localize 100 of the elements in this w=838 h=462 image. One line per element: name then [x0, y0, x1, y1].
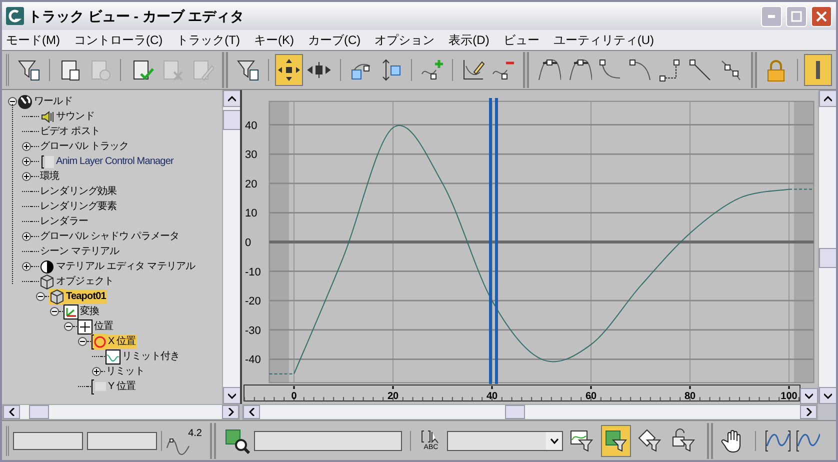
expand-toggle[interactable] [22, 172, 31, 181]
tree-item[interactable]: Anim Layer Control Manager [55, 154, 174, 168]
toolbar-grip[interactable] [523, 52, 530, 88]
arrow-down-icon [228, 392, 236, 398]
tree-item[interactable]: レンダリング効果 [39, 184, 118, 198]
arrow-down-icon [824, 392, 832, 398]
bracket-icon [39, 154, 55, 170]
tree-item[interactable]: リミット [105, 364, 146, 378]
scroll-thumb[interactable] [29, 405, 49, 419]
tree-item[interactable]: Y 位置 [107, 380, 137, 394]
tree-item[interactable]: ワールド [33, 94, 74, 108]
arrow-left-icon [248, 408, 254, 416]
dropdown[interactable] [447, 430, 563, 450]
sine-curve-icon [166, 436, 190, 456]
horizontal-scrollbar[interactable] [2, 404, 240, 420]
close-button[interactable] [811, 6, 832, 26]
toolbar-grip[interactable] [210, 422, 216, 458]
toolbar-grip[interactable] [707, 422, 713, 458]
expand-toggle[interactable] [22, 262, 31, 271]
axis-label: 40 [245, 120, 258, 132]
menu-item[interactable]: 表示(D) [448, 31, 490, 49]
axis-label: -40 [245, 354, 262, 366]
curve-filter-icon [569, 428, 595, 454]
cursor-icon [421, 430, 441, 444]
cube-filter-icon [603, 428, 629, 454]
input-field[interactable] [13, 432, 83, 450]
axis-label: -10 [245, 266, 262, 278]
tree-item[interactable]: ビデオ ポスト [39, 124, 101, 138]
menu-item[interactable]: コントローラ(C) [74, 31, 163, 49]
tree-item[interactable]: リミット付き [121, 350, 181, 364]
tree-item[interactable]: 変換 [79, 304, 100, 318]
expand-toggle[interactable] [22, 142, 31, 151]
filter-button[interactable] [601, 424, 631, 456]
time-slider[interactable] [489, 98, 498, 384]
cube-icon [49, 288, 65, 304]
menu-item[interactable]: トラック(T) [176, 31, 240, 49]
speaker-icon [39, 108, 55, 124]
sphere-icon [39, 258, 55, 274]
maximize-icon [791, 10, 802, 22]
curve-value-button[interactable]: 4.2 [166, 426, 202, 456]
expand-toggle[interactable] [22, 157, 31, 166]
keys-filter-icon [637, 428, 663, 454]
axes-icon [63, 304, 79, 320]
menu-item[interactable]: カーブ(C) [308, 31, 361, 49]
toolbar-grip[interactable] [222, 52, 228, 88]
tree-item[interactable]: グローバル トラック [39, 140, 130, 154]
expand-toggle[interactable] [22, 232, 31, 241]
toolbar-grip[interactable] [6, 426, 9, 456]
frame-curve-icon [764, 428, 792, 454]
menu-item[interactable]: ユーティリティ(U) [553, 31, 654, 49]
tree-item[interactable]: サウンド [55, 110, 96, 124]
tree-item[interactable]: Teapot01 [65, 290, 107, 304]
menu-item[interactable]: ビュー [503, 31, 540, 49]
tangent-icon [628, 58, 652, 82]
tree-item[interactable]: グローバル シャドウ パラメータ [39, 230, 180, 244]
app-icon [6, 7, 24, 25]
menu-item[interactable]: キー(K) [254, 31, 294, 49]
vertical-scrollbar[interactable] [222, 90, 240, 404]
input-field[interactable] [254, 430, 402, 450]
close-icon [816, 10, 827, 22]
expand-toggle[interactable] [92, 367, 101, 376]
expand-toggle[interactable] [78, 337, 87, 346]
axis-label: -20 [245, 296, 262, 308]
step-tangent-icon [658, 58, 682, 82]
menu-item[interactable]: モード(M) [6, 31, 60, 49]
funnel-icon [17, 58, 42, 82]
arrow-up-icon [228, 96, 236, 102]
vertical-scrollbar[interactable] [818, 90, 836, 404]
curve-icon [105, 348, 121, 364]
tree-item[interactable]: マテリアル エディタ マテリアル [55, 260, 196, 274]
tree-item[interactable]: シーン マテリアル [39, 244, 120, 258]
expand-toggle[interactable] [36, 292, 45, 301]
expand-toggle[interactable] [8, 97, 17, 106]
circle-icon [91, 334, 107, 350]
expand-toggle[interactable] [50, 307, 59, 316]
input-field[interactable] [87, 432, 157, 450]
tree-item[interactable]: レンダラー [39, 214, 90, 228]
smooth-tangent-icon [718, 58, 743, 82]
ruler-label: 80 [684, 391, 696, 402]
tree-item[interactable]: 環境 [39, 170, 60, 184]
ruler-label: 0 [291, 391, 297, 402]
expand-toggle[interactable] [64, 322, 73, 331]
zoom-selected-icon [224, 428, 250, 454]
tree-item[interactable]: オブジェクト [55, 274, 115, 288]
bracket-icon [91, 378, 107, 394]
scroll-thumb[interactable] [223, 110, 242, 130]
unlock-filter-icon [671, 428, 697, 454]
scroll-thumb[interactable] [819, 248, 836, 268]
tree-item[interactable]: 位置 [93, 320, 114, 334]
tangent-icon [568, 58, 592, 82]
minimize-icon [768, 14, 775, 18]
toolbar-button[interactable] [275, 54, 304, 86]
out-of-range-line [268, 373, 295, 374]
tree-item[interactable]: レンダリング要素 [39, 200, 118, 214]
tree-item[interactable]: X 位置 [107, 334, 137, 348]
scroll-thumb[interactable] [505, 405, 525, 419]
toolbar-grip[interactable] [6, 54, 9, 86]
horizontal-scrollbar[interactable] [242, 404, 818, 420]
toolbar-grip[interactable] [750, 52, 757, 88]
menu-item[interactable]: オプション [374, 31, 435, 49]
